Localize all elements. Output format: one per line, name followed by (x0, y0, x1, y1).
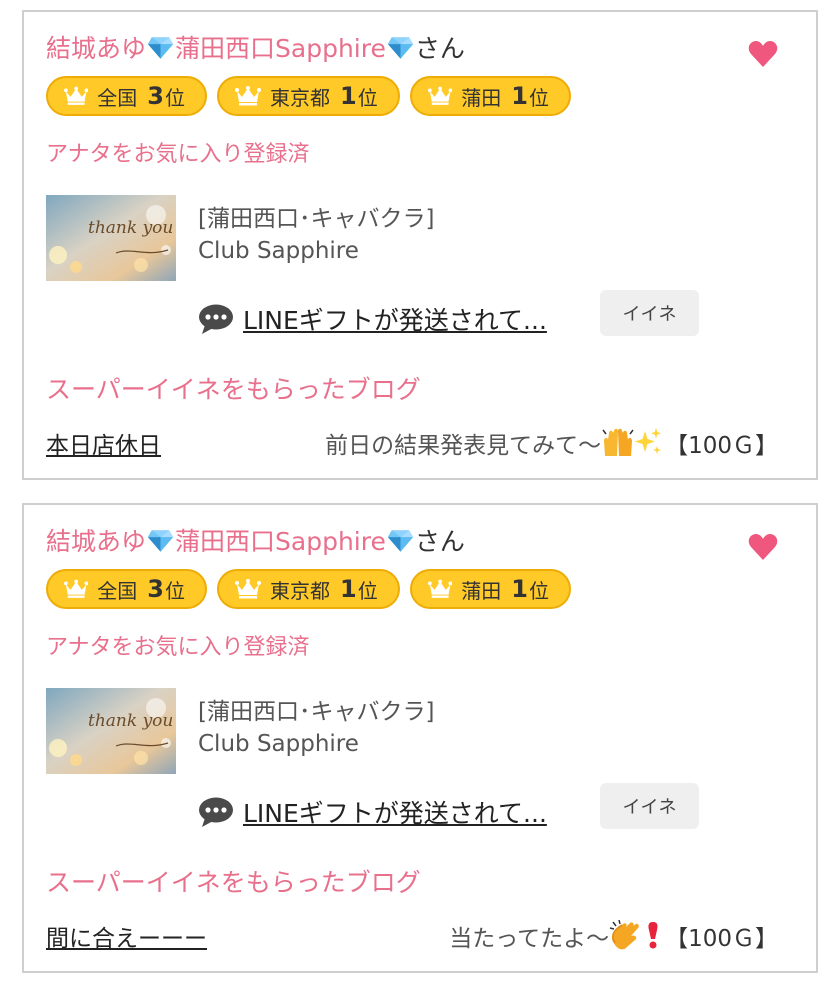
shop-name[interactable]: Club Sapphire (198, 238, 359, 264)
shop-category: [蒲田西口･キャバクラ] (198, 206, 435, 232)
name-suffix: さん (414, 34, 465, 63)
iine-button[interactable]: イイネ (600, 783, 699, 829)
raised-hands-emoji (602, 428, 634, 456)
speech-bubble-icon (199, 304, 233, 334)
message-link[interactable]: LINEギフトが発送されて... (243, 794, 547, 830)
user-card: 結城あゆ 蒲田西口Sapphire さん 全国 3 位 東京都 1 位 蒲田 1 位 アナタをお… (22, 503, 818, 973)
blog-heading: スーパーイイネをもらったブログ (46, 868, 421, 897)
user-name: 結城あゆ (46, 34, 147, 63)
rank-unit: 位 (165, 578, 185, 603)
rank-number: 3 (147, 575, 164, 603)
rank-unit: 位 (165, 85, 185, 110)
rank-region: 東京都 (270, 85, 330, 110)
blog-price: 【100Ｇ】 (665, 926, 778, 952)
rank-region: 東京都 (270, 578, 330, 603)
exclamation-emoji (648, 922, 658, 949)
gem-icon (387, 37, 413, 59)
rank-region: 蒲田 (461, 85, 502, 110)
sparkles-emoji (635, 428, 662, 454)
crown-icon (64, 579, 89, 598)
shop-name[interactable]: Club Sapphire (198, 731, 359, 757)
rank-region: 全国 (97, 578, 138, 603)
rank-badge-tokyo: 東京都 1 位 (217, 76, 400, 116)
store-label: 蒲田西口Sapphire (175, 34, 386, 63)
heart-icon[interactable] (748, 533, 778, 561)
rank-region: 蒲田 (461, 578, 502, 603)
crown-icon (428, 579, 453, 598)
message-row: LINEギフトが発送されて... (198, 301, 547, 337)
rank-unit: 位 (357, 85, 378, 110)
blog-price: 【100Ｇ】 (665, 433, 778, 459)
blog-snippet-text: 前日の結果発表見てみて〜 (325, 433, 602, 459)
user-name-line[interactable]: 結城あゆ 蒲田西口Sapphire さん (46, 525, 465, 559)
blog-snippet-text: 当たってたよ〜 (449, 926, 610, 952)
user-card: 結城あゆ 蒲田西口Sapphire さん 全国 3 位 東京都 1 位 蒲田 1 位 アナタをお… (22, 10, 818, 480)
rank-number: 1 (511, 575, 528, 603)
user-name-line[interactable]: 結城あゆ 蒲田西口Sapphire さん (46, 32, 465, 66)
favorite-status: アナタをお気に入り登録済 (46, 635, 310, 660)
gem-icon (147, 37, 174, 59)
gem-icon (147, 530, 174, 552)
message-row: LINEギフトが発送されて... (198, 794, 547, 830)
rank-unit: 位 (529, 578, 549, 603)
rank-badges: 全国 3 位 東京都 1 位 蒲田 1 位 (46, 76, 571, 116)
thank-you-image[interactable]: thank you (46, 688, 176, 774)
rank-badge-national: 全国 3 位 (46, 569, 207, 609)
rank-number: 3 (147, 82, 164, 110)
favorite-status: アナタをお気に入り登録済 (46, 142, 310, 167)
rank-unit: 位 (529, 85, 549, 110)
crown-icon (235, 86, 261, 106)
rank-number: 1 (340, 575, 357, 603)
clapping-hands-emoji (609, 920, 639, 950)
rank-badge-national: 全国 3 位 (46, 76, 207, 116)
rank-badges: 全国 3 位 東京都 1 位 蒲田 1 位 (46, 569, 571, 609)
store-label: 蒲田西口Sapphire (175, 527, 386, 556)
blog-snippet: 当たってたよ〜 【100Ｇ】 (449, 919, 778, 953)
rank-unit: 位 (357, 578, 378, 603)
rank-badge-kamata: 蒲田 1 位 (410, 76, 571, 116)
name-suffix: さん (414, 527, 465, 556)
crown-icon (235, 579, 261, 599)
iine-button[interactable]: イイネ (600, 290, 699, 336)
shop-category: [蒲田西口･キャバクラ] (198, 699, 435, 725)
rank-number: 1 (511, 82, 528, 110)
thumbnail-text: thank you (88, 711, 173, 731)
message-link[interactable]: LINEギフトが発送されて... (243, 301, 547, 337)
crown-icon (428, 86, 453, 105)
rank-number: 1 (340, 82, 357, 110)
rank-badge-kamata: 蒲田 1 位 (410, 569, 571, 609)
thumbnail-text: thank you (88, 218, 173, 238)
user-name: 結城あゆ (46, 527, 147, 556)
thank-you-image[interactable]: thank you (46, 195, 176, 281)
rank-region: 全国 (97, 85, 138, 110)
rank-badge-tokyo: 東京都 1 位 (217, 569, 400, 609)
heart-icon[interactable] (748, 40, 778, 68)
blog-heading: スーパーイイネをもらったブログ (46, 375, 421, 404)
blog-snippet: 前日の結果発表見てみて〜 【100Ｇ】 (325, 426, 778, 460)
blog-title-link[interactable]: 本日店休日 (46, 426, 161, 460)
speech-bubble-icon (199, 797, 233, 827)
blog-title-link[interactable]: 間に合えーーー (46, 919, 207, 953)
crown-icon (64, 86, 89, 105)
gem-icon (387, 530, 413, 552)
